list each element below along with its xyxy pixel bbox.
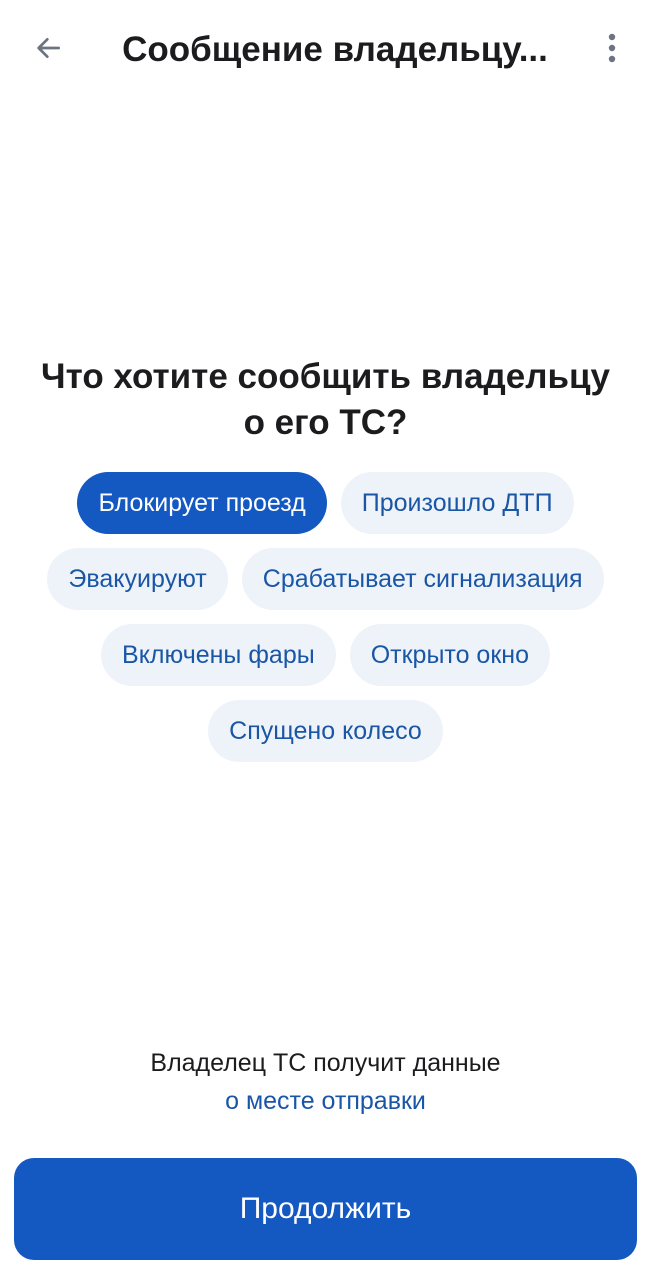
question-line-2: о его ТС? <box>243 403 408 442</box>
chip-row: Включены фары Открыто окно <box>0 624 651 686</box>
page-title: Сообщение владельцу... <box>122 30 548 69</box>
question-line-1: Что хотите сообщить владельцу <box>41 357 610 396</box>
chip-window-open[interactable]: Открыто окно <box>349 624 550 686</box>
more-options-button[interactable] <box>590 24 634 72</box>
chip-towing[interactable]: Эвакуируют <box>47 548 228 610</box>
question-heading: Что хотите сообщить владельцу о его ТС? <box>0 354 651 446</box>
location-info-link[interactable]: о месте отправки <box>0 1082 651 1120</box>
continue-button[interactable]: Продолжить <box>14 1158 637 1260</box>
chip-alarm[interactable]: Срабатывает сигнализация <box>241 548 604 610</box>
chip-accident[interactable]: Произошло ДТП <box>340 472 574 534</box>
chip-headlights-on[interactable]: Включены фары <box>101 624 336 686</box>
screen: Сообщение владельцу... Что хотите сообщи… <box>0 0 651 1280</box>
chip-row: Эвакуируют Срабатывает сигнализация <box>0 548 651 610</box>
back-button[interactable] <box>22 24 74 72</box>
chip-row: Блокирует проезд Произошло ДТП <box>0 472 651 534</box>
more-vertical-icon <box>608 33 616 63</box>
chip-row: Спущено колесо <box>0 700 651 762</box>
info-block: Владелец ТС получит данные о месте отпра… <box>0 1044 651 1120</box>
message-options: Блокирует проезд Произошло ДТП Эвакуирую… <box>0 472 651 776</box>
header: Сообщение владельцу... <box>0 0 651 100</box>
arrow-left-icon <box>37 38 60 58</box>
chip-flat-tire[interactable]: Спущено колесо <box>208 700 443 762</box>
chip-blocking-passage[interactable]: Блокирует проезд <box>77 472 327 534</box>
info-text: Владелец ТС получит данные <box>150 1049 501 1077</box>
